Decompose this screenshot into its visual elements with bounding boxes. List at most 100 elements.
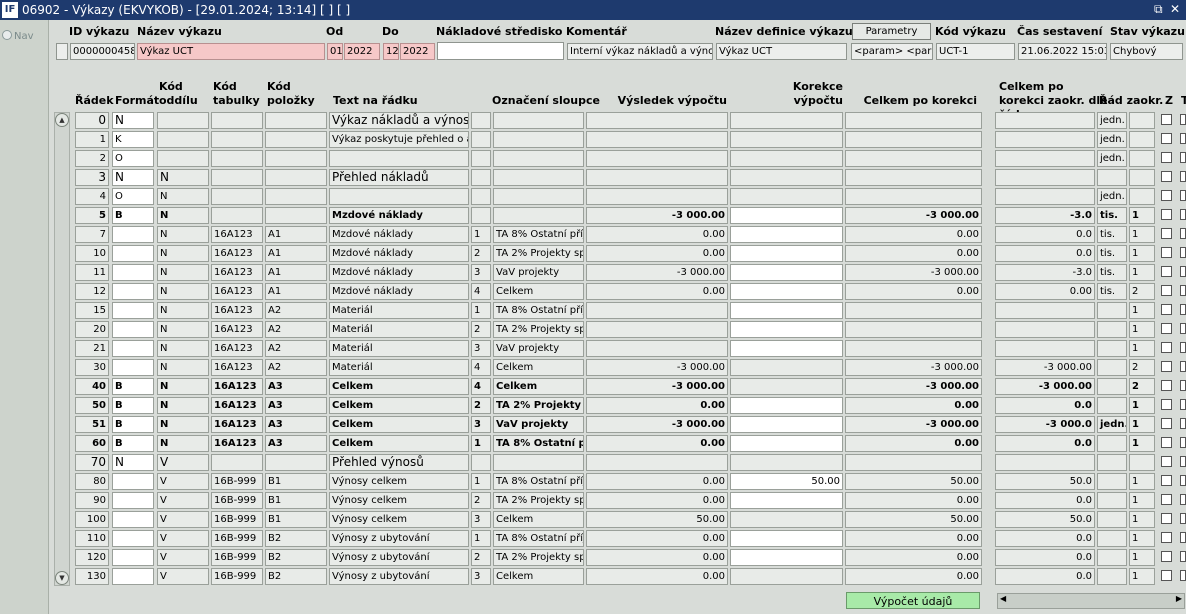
extra-checkbox[interactable] — [1180, 228, 1186, 239]
rounding-unit-cell[interactable] — [1097, 530, 1127, 547]
record-selector[interactable] — [56, 43, 68, 60]
item-code-cell[interactable]: A3 — [265, 378, 327, 395]
result-cell[interactable] — [586, 150, 728, 167]
table-code-cell[interactable]: 16A123 — [211, 340, 263, 357]
rounded-total-cell[interactable] — [995, 169, 1095, 186]
rounding-unit-cell[interactable] — [1097, 549, 1127, 566]
to-month-field[interactable]: 12 — [383, 43, 399, 60]
rounding-unit-cell[interactable] — [1097, 378, 1127, 395]
row-number-cell[interactable]: 50 — [75, 397, 109, 414]
table-row[interactable]: 15N16A123A2Materiál1TA 8% Ostatní příjmy… — [49, 302, 1186, 321]
result-cell[interactable]: 0.00 — [586, 492, 728, 509]
total-cell[interactable] — [845, 112, 982, 129]
item-code-cell[interactable]: A2 — [265, 321, 327, 338]
table-code-cell[interactable]: 16A123 — [211, 226, 263, 243]
row-text-cell[interactable]: Přehled výnosů — [329, 454, 469, 471]
rounded-total-cell[interactable]: -3.0 — [995, 264, 1095, 281]
row-text-cell[interactable]: Materiál — [329, 321, 469, 338]
item-code-cell[interactable]: B1 — [265, 492, 327, 509]
total-cell[interactable] — [845, 340, 982, 357]
section-code-cell[interactable]: V — [157, 511, 209, 528]
section-code-cell[interactable]: N — [157, 378, 209, 395]
format-cell[interactable]: N — [112, 454, 154, 471]
format-cell[interactable] — [112, 302, 154, 319]
extra-checkbox[interactable] — [1180, 266, 1186, 277]
table-row[interactable]: 60BN16A123A3Celkem1TA 8% Ostatní příjmy0… — [49, 435, 1186, 454]
result-cell[interactable]: -3 000.00 — [586, 416, 728, 433]
row-number-cell[interactable]: 51 — [75, 416, 109, 433]
column-label-cell[interactable]: Celkem — [493, 359, 584, 376]
result-cell[interactable]: 0.00 — [586, 549, 728, 566]
table-row[interactable]: 4 O Njedn. — [49, 188, 1186, 207]
z-checkbox[interactable] — [1161, 266, 1172, 277]
table-row[interactable]: 100 V 16B-999 B1 Výnosy celkem 3 Celkem 50.00 50… — [49, 511, 1186, 530]
item-code-cell[interactable]: A3 — [265, 416, 327, 433]
correction-cell[interactable] — [730, 245, 843, 262]
table-code-cell[interactable]: 16A123 — [211, 283, 263, 300]
table-code-cell[interactable]: 16A123 — [211, 321, 263, 338]
total-cell[interactable] — [845, 321, 982, 338]
rounding-unit-cell[interactable]: tis. — [1097, 283, 1127, 300]
total-cell[interactable]: -3 000.00 — [845, 264, 982, 281]
rounding-order-cell[interactable]: 1 — [1129, 549, 1155, 566]
rounding-order-cell[interactable]: 1 — [1129, 321, 1155, 338]
z-checkbox[interactable] — [1161, 304, 1172, 315]
item-code-cell[interactable] — [265, 131, 327, 148]
format-cell[interactable]: B — [112, 207, 154, 224]
format-cell[interactable]: B — [112, 397, 154, 414]
row-number-cell[interactable]: 80 — [75, 473, 109, 490]
z-checkbox[interactable] — [1161, 209, 1172, 220]
extra-checkbox[interactable] — [1180, 171, 1186, 182]
rounding-order-cell[interactable]: 1 — [1129, 302, 1155, 319]
table-code-cell[interactable] — [211, 150, 263, 167]
column-label-cell[interactable]: VaV projekty — [493, 340, 584, 357]
table-row[interactable]: 21 N 16A123 A2 Materiál 3 VaV projekty 1 — [49, 340, 1186, 359]
scroll-down-icon[interactable]: ▼ — [55, 571, 69, 585]
rounding-unit-cell[interactable] — [1097, 321, 1127, 338]
rounded-total-cell[interactable]: 0.0 — [995, 245, 1095, 262]
format-cell[interactable] — [112, 264, 154, 281]
item-code-cell[interactable] — [265, 454, 327, 471]
extra-checkbox[interactable] — [1180, 152, 1186, 163]
z-checkbox[interactable] — [1161, 323, 1172, 334]
total-cell[interactable]: 0.00 — [845, 492, 982, 509]
row-number-cell[interactable]: 100 — [75, 511, 109, 528]
rounding-unit-cell[interactable] — [1097, 473, 1127, 490]
extra-checkbox[interactable] — [1180, 532, 1186, 543]
extra-checkbox[interactable] — [1180, 494, 1186, 505]
rounding-unit-cell[interactable]: jedn. — [1097, 150, 1127, 167]
rounding-unit-cell[interactable] — [1097, 340, 1127, 357]
result-cell[interactable] — [586, 112, 728, 129]
result-cell[interactable] — [586, 321, 728, 338]
extra-checkbox[interactable] — [1180, 323, 1186, 334]
format-cell[interactable] — [112, 340, 154, 357]
row-number-cell[interactable]: 130 — [75, 568, 109, 585]
rounding-order-cell[interactable]: 1 — [1129, 416, 1155, 433]
from-year-field[interactable]: 2022 — [344, 43, 380, 60]
from-month-field[interactable]: 01 — [327, 43, 343, 60]
row-text-cell[interactable]: Výnosy z ubytování — [329, 549, 469, 566]
result-cell[interactable]: 0.00 — [586, 283, 728, 300]
column-no-cell[interactable] — [471, 150, 491, 167]
result-cell[interactable]: 0.00 — [586, 226, 728, 243]
rounding-unit-cell[interactable] — [1097, 454, 1127, 471]
rounding-unit-cell[interactable] — [1097, 397, 1127, 414]
column-no-cell[interactable]: 3 — [471, 264, 491, 281]
rounded-total-cell[interactable] — [995, 150, 1095, 167]
result-cell[interactable]: -3 000.00 — [586, 378, 728, 395]
item-code-cell[interactable]: B2 — [265, 530, 327, 547]
parameters-button[interactable]: Parametry — [852, 23, 931, 40]
column-no-cell[interactable]: 1 — [471, 435, 491, 452]
table-code-cell[interactable]: 16B-999 — [211, 511, 263, 528]
row-number-cell[interactable]: 120 — [75, 549, 109, 566]
extra-checkbox[interactable] — [1180, 380, 1186, 391]
scroll-up-icon[interactable]: ▲ — [55, 113, 69, 127]
section-code-cell[interactable]: V — [157, 473, 209, 490]
table-row[interactable]: 50BN16A123A3Celkem2TA 2% Projekty sp0.00… — [49, 397, 1186, 416]
section-code-cell[interactable]: N — [157, 416, 209, 433]
rounded-total-cell[interactable] — [995, 112, 1095, 129]
correction-cell[interactable] — [730, 340, 843, 357]
row-text-cell[interactable]: Celkem — [329, 397, 469, 414]
format-cell[interactable] — [112, 530, 154, 547]
extra-checkbox[interactable] — [1180, 399, 1186, 410]
